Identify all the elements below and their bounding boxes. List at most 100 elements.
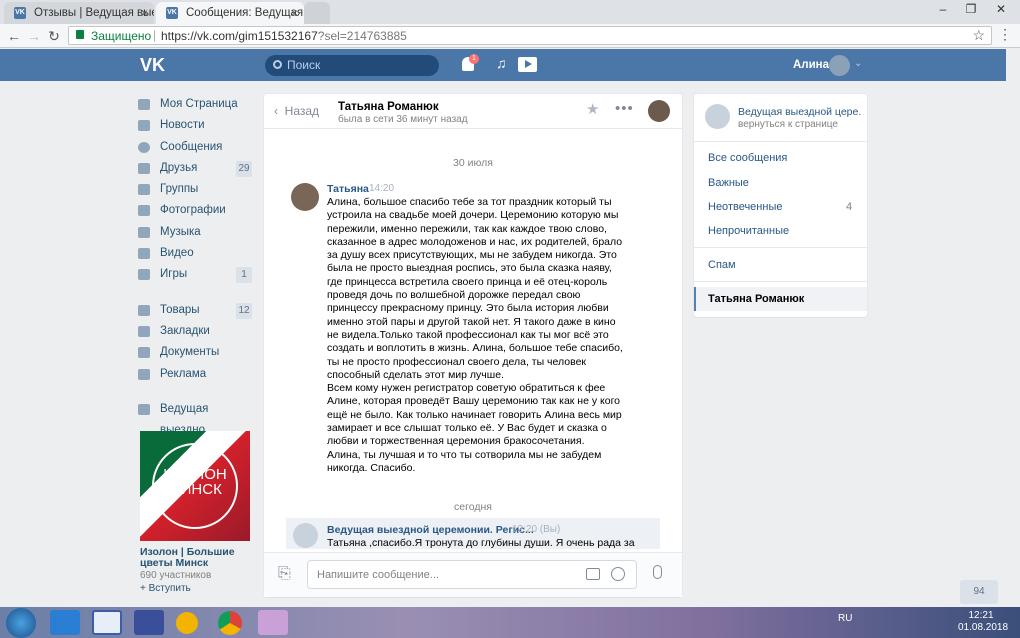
- close-window-icon[interactable]: ✕: [988, 0, 1014, 20]
- dialog-panel: ‹ Назад Татьяна Романюк была в сети 36 м…: [264, 94, 682, 597]
- peer-name[interactable]: Татьяна Романюк: [338, 101, 439, 113]
- play-icon[interactable]: [518, 57, 537, 72]
- more-icon[interactable]: •••: [615, 100, 634, 117]
- back-label: Назад: [284, 104, 320, 118]
- paint-app-icon[interactable]: [258, 610, 288, 635]
- sidebar-item-my-page[interactable]: Моя Страница: [138, 94, 256, 115]
- floating-count-badge[interactable]: 94: [960, 580, 998, 604]
- user-name[interactable]: Алина: [793, 59, 829, 71]
- close-tab-icon[interactable]: ×: [291, 2, 298, 24]
- sidebar-item-video[interactable]: Видео: [138, 243, 256, 264]
- sidebar-item-label: Друзья: [160, 161, 198, 174]
- sidebar-item-games[interactable]: Игры 1: [138, 264, 256, 285]
- sidebar-item-goods[interactable]: Товары 12: [138, 300, 256, 321]
- music-icon[interactable]: ♫: [496, 55, 507, 71]
- warning-app-icon[interactable]: [176, 612, 198, 634]
- count-badge: 1: [236, 267, 252, 284]
- music-icon: [138, 226, 150, 238]
- url-input[interactable]: Защищено | https://vk.com/gim151532167?s…: [68, 26, 992, 45]
- avatar[interactable]: [293, 523, 318, 548]
- forward-arrow-icon[interactable]: →: [24, 26, 44, 46]
- microphone-icon[interactable]: [653, 565, 662, 579]
- group-logo-line-2: МИНСК: [168, 481, 222, 498]
- compose-bar: ⎘ Напишите сообщение...: [264, 552, 682, 597]
- url-query: ?sel=214763885: [317, 29, 407, 43]
- avatar[interactable]: [829, 55, 850, 76]
- internet-explorer-icon[interactable]: [50, 610, 80, 635]
- message-author[interactable]: Ведущая выездной церемонии. Регис...: [327, 524, 534, 536]
- message-text: Алина, большое спасибо тебе за тот празд…: [327, 196, 623, 474]
- photos-icon: [138, 205, 150, 217]
- sidebar-item-ads[interactable]: Реклама: [138, 364, 256, 385]
- sidebar-item-bookmarks[interactable]: Закладки: [138, 321, 256, 342]
- search-input[interactable]: Поиск: [265, 55, 439, 76]
- save-floppy-icon[interactable]: [134, 610, 164, 635]
- bookmark-star-icon[interactable]: ☆: [972, 27, 985, 44]
- group-image[interactable]: ИЗОЛОН МИНСК: [140, 431, 250, 541]
- filter-important[interactable]: Важные: [708, 177, 749, 189]
- new-tab-button[interactable]: [304, 2, 330, 24]
- star-icon[interactable]: ★: [586, 100, 599, 118]
- filter-all-messages[interactable]: Все сообщения: [708, 152, 787, 164]
- filter-unread[interactable]: Непрочитанные: [708, 225, 789, 237]
- sidebar-item-photos[interactable]: Фотографии: [138, 200, 256, 221]
- avatar[interactable]: [291, 183, 319, 211]
- close-tab-icon[interactable]: ×: [141, 2, 148, 24]
- group-card[interactable]: ИЗОЛОН МИНСК Изолон | Большие цветы Минск…: [140, 431, 250, 594]
- chevron-down-icon[interactable]: ⌄: [854, 58, 862, 69]
- restore-icon[interactable]: ❐: [958, 0, 984, 20]
- windows-taskbar: RU 12:21 01.08.2018: [0, 607, 1020, 638]
- group-title[interactable]: Изолон | Большие цветы Минск: [140, 547, 250, 569]
- vk-logo[interactable]: VK: [140, 55, 165, 76]
- message-author[interactable]: Татьяна: [327, 183, 369, 195]
- message-time[interactable]: 14:20: [369, 183, 394, 194]
- message-time[interactable]: 12:20 (Вы): [512, 524, 560, 535]
- back-to-page-link[interactable]: вернуться к странице: [738, 119, 838, 130]
- system-clock[interactable]: 12:21 01.08.2018: [958, 610, 1008, 634]
- divider: [694, 281, 867, 282]
- message-input[interactable]: Напишите сообщение...: [307, 560, 637, 589]
- avatar[interactable]: [705, 104, 730, 129]
- camera-icon[interactable]: [586, 568, 600, 580]
- filter-spam[interactable]: Спам: [708, 259, 736, 271]
- sidebar-item-documents[interactable]: Документы: [138, 342, 256, 363]
- groups-icon: [138, 184, 150, 196]
- date-separator: сегодня: [454, 501, 492, 513]
- address-bar: ← → ↻ Защищено | https://vk.com/gim15153…: [0, 24, 1020, 48]
- sidebar-item-label: Игры: [160, 268, 188, 281]
- active-chat-name: Татьяна Романюк: [708, 293, 805, 305]
- sidebar-item-community[interactable]: Ведущая выездно...: [138, 399, 256, 436]
- community-title[interactable]: Ведущая выездной цере...: [738, 106, 862, 118]
- sidebar-item-label: Видео: [160, 247, 194, 260]
- minimize-icon[interactable]: –: [930, 0, 956, 20]
- emoji-icon[interactable]: [611, 567, 625, 581]
- reload-icon[interactable]: ↻: [44, 26, 64, 46]
- join-group-button[interactable]: + Вступить: [140, 583, 250, 594]
- sidebar-item-messages[interactable]: Сообщения: [138, 137, 256, 158]
- attach-icon[interactable]: ⎘: [278, 565, 291, 583]
- windows-start-icon[interactable]: [6, 608, 36, 638]
- sidebar-item-label: Закладки: [160, 324, 210, 337]
- divider: [694, 141, 867, 142]
- language-indicator[interactable]: RU: [838, 613, 852, 624]
- vk-favicon-icon: VK: [166, 7, 178, 19]
- browser-tab-reviews[interactable]: VK Отзывы | Ведущая выезд ×: [4, 2, 154, 24]
- url-separator: |: [153, 28, 157, 42]
- back-arrow-icon[interactable]: ←: [4, 26, 24, 46]
- sidebar-item-friends[interactable]: Друзья 29: [138, 158, 256, 179]
- back-button[interactable]: ‹ Назад: [274, 104, 319, 118]
- sidebar-item-music[interactable]: Музыка: [138, 222, 256, 243]
- sidebar-item-groups[interactable]: Группы: [138, 179, 256, 200]
- group-members: 690 участников: [140, 570, 212, 581]
- avatar[interactable]: [648, 100, 670, 122]
- browser-tab-messages[interactable]: VK Сообщения: Ведущая вы ×: [156, 2, 304, 24]
- active-chat-item[interactable]: Татьяна Романюк: [694, 287, 867, 311]
- filter-unanswered[interactable]: Неотвеченные: [708, 201, 782, 213]
- sidebar-item-news[interactable]: Новости: [138, 115, 256, 136]
- messages-icon: [138, 141, 150, 153]
- vk-header: VK Поиск 1 ♫ Алина ⌄: [0, 49, 1006, 81]
- app-icon[interactable]: [92, 610, 122, 635]
- chrome-icon[interactable]: [218, 611, 242, 635]
- browser-menu-icon[interactable]: ⋮: [998, 26, 1012, 43]
